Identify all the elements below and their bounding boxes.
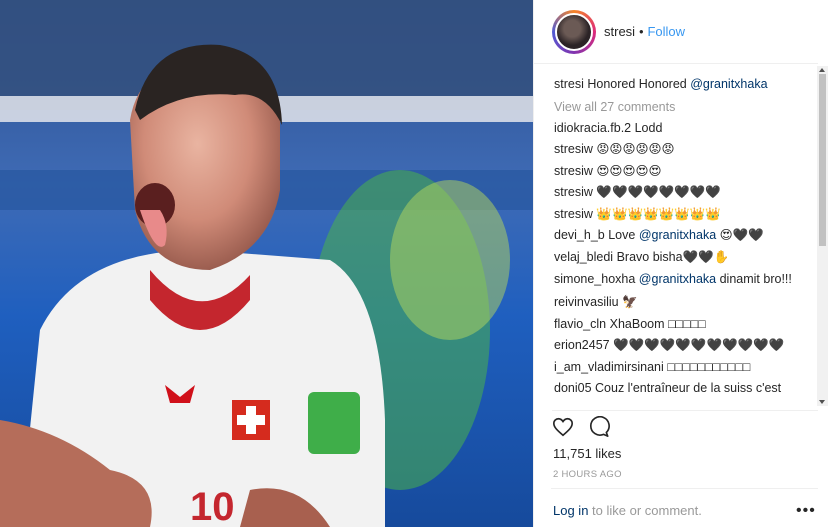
comment-text: 😍😍😍😍😍 [596,163,662,178]
comment-text: Couz l'entraîneur de la suiss c'est [595,381,782,395]
comment-username[interactable]: doni05 [554,381,592,395]
action-bar [552,416,610,438]
instagram-post: 10 stresi • Follow stresi Honored Honore… [0,0,828,527]
comment-text: Lodd [634,120,663,135]
comment-item: reivinvasiliu 🦅 [554,292,814,314]
caption-username[interactable]: stresi [554,77,584,91]
comment-username[interactable]: idiokracia.fb.2 [554,121,631,135]
comment-text: XhaBoom □□□□□ [609,316,706,331]
comment-item: doni05 Couz l'entraîneur de la suiss c'e… [554,378,814,400]
post-photo[interactable]: 10 [0,0,533,527]
comment-username[interactable]: stresiw [554,207,593,221]
comment-item: stresiw 😍😍😍😍😍 [554,161,814,183]
comment-username[interactable]: stresiw [554,185,593,199]
svg-text:10: 10 [190,485,235,527]
comment-item: erion2457 🖤🖤🖤🖤🖤🖤🖤🖤🖤🖤🖤 [554,335,814,357]
post-timestamp[interactable]: 2 HOURS AGO [553,469,622,480]
likes-count[interactable]: 11,751 likes [553,446,621,461]
comments-scrollbar[interactable] [817,66,828,406]
football-player-photo: 10 [0,0,533,527]
comment-text: 🦅 [622,295,638,309]
comment-username[interactable]: stresiw [554,164,593,178]
follow-button[interactable]: Follow [647,24,685,39]
login-link[interactable]: Log in [553,503,588,518]
comment-username[interactable]: stresiw [554,142,593,156]
comment-username[interactable]: devi_h_b [554,228,605,242]
comment-mention[interactable]: @granitxhaka [639,272,716,286]
caption: stresi Honored Honored @granitxhaka [554,74,814,96]
comment-text-tail: 😍🖤🖤 [719,228,764,242]
caption-mention[interactable]: @granitxhaka [690,77,767,91]
comment-username[interactable]: erion2457 [554,338,610,352]
comment-username[interactable]: reivinvasiliu [554,295,619,309]
avatar[interactable] [552,9,596,54]
comment-text-tail: dinamit bro!!! [719,272,792,286]
comment-item: i_am_vladimirsinani □□□□□□□□□□□ [554,357,814,379]
comment-item: flavio_cln XhaBoom □□□□□ [554,314,814,336]
comment-username[interactable]: velaj_bledi [554,250,613,264]
comment-text: Love [608,228,636,242]
comment-item: stresiw 🖤🖤🖤🖤🖤🖤🖤🖤 [554,182,814,204]
comment-item: stresiw 👑👑👑👑👑👑👑👑 [554,204,814,226]
heart-icon[interactable] [552,416,574,438]
scroll-thumb[interactable] [819,74,826,246]
avatar-image [555,12,593,51]
comment-text: 😡😡😡😡😡😡 [596,142,675,156]
comment-text: 🖤🖤🖤🖤🖤🖤🖤🖤🖤🖤🖤 [613,338,785,352]
header-username[interactable]: stresi [604,24,635,39]
comment-item: stresiw 😡😡😡😡😡😡 [554,139,814,161]
section-divider [552,410,818,411]
comment-icon[interactable] [588,416,610,438]
caption-text: Honored Honored [587,77,687,91]
comment-text: Bravo bisha🖤🖤✋ [616,249,730,264]
login-prompt: Log in to like or comment. [553,503,702,518]
comment-text: 🖤🖤🖤🖤🖤🖤🖤🖤 [596,185,721,199]
comment-username[interactable]: simone_hoxha [554,272,635,286]
comment-item: idiokracia.fb.2 Lodd [554,118,814,140]
scroll-down-arrow-icon[interactable] [819,400,825,404]
comment-username[interactable]: i_am_vladimirsinani [554,360,664,374]
comment-item: velaj_bledi Bravo bisha🖤🖤✋ [554,247,814,269]
comment-username[interactable]: flavio_cln [554,317,606,331]
comment-mention[interactable]: @granitxhaka [639,228,716,242]
post-header: stresi • Follow [534,0,818,64]
more-options-button[interactable]: ••• [796,502,816,520]
comment-item: devi_h_b Love @granitxhaka 😍🖤🖤 [554,225,814,247]
header-separator: • [639,24,644,39]
login-divider [551,488,818,489]
login-prompt-text: to like or comment. [592,503,702,518]
comment-item: simone_hoxha @granitxhaka dinamit bro!!! [554,271,814,287]
comment-text: □□□□□□□□□□□ [667,359,751,374]
scroll-up-arrow-icon[interactable] [819,68,825,72]
view-all-comments-link[interactable]: View all 27 comments [554,96,814,118]
comment-text: 👑👑👑👑👑👑👑👑 [596,206,721,221]
comments-list: stresi Honored Honored @granitxhaka View… [554,74,814,408]
